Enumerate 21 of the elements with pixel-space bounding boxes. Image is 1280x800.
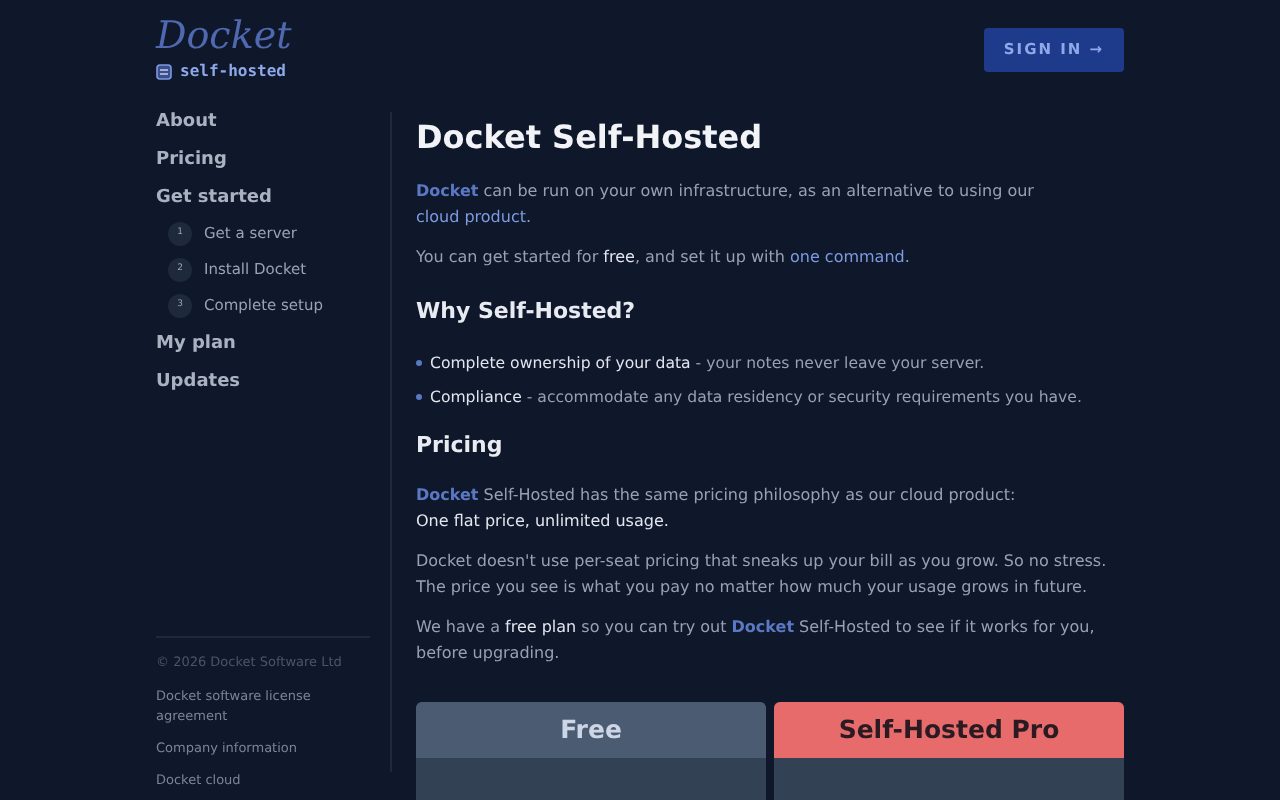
plan-title: Self-Hosted Pro: [774, 702, 1124, 758]
nav-link[interactable]: Updates: [156, 372, 370, 394]
bullet-icon: [416, 359, 422, 365]
paragraph: Docket Self-Hosted has the same pricing philosophy as our cloud product: One flat price, unlimited usage.: [416, 484, 1018, 534]
bullet-icon: [416, 393, 422, 399]
tagline: self-hosted: [180, 60, 286, 84]
text-link[interactable]: cloud product: [416, 208, 526, 226]
page-title: Docket Self-Hosted: [416, 118, 765, 158]
paragraph: Docket doesn't use per-seat pricing that sneaks up your bill as you grow. So no stress. The price you see is what you pay no matter how much your usage grows in future.: [416, 550, 1109, 600]
text-link[interactable]: one command: [790, 248, 905, 266]
paragraph: You can get started for free, and set it up with one command.: [416, 246, 912, 270]
section-heading: Why Self-Hosted?: [416, 296, 638, 328]
server-icon: [156, 64, 172, 80]
plan-title: Free: [416, 702, 766, 758]
paragraph: We have a free plan so you can try out Docket Self-Hosted to see if it works for you, before upgrading.: [416, 616, 1097, 666]
nav-link[interactable]: My plan: [156, 334, 370, 356]
section-heading: Pricing: [416, 429, 505, 461]
nav-link[interactable]: Pricing: [156, 150, 370, 172]
nav-link[interactable]: Get started: [156, 188, 370, 210]
nav-link[interactable]: About: [156, 112, 370, 134]
paragraph: Docket can be run on your own infrastructure, as an alternative to using our cloud product.: [416, 180, 1036, 230]
